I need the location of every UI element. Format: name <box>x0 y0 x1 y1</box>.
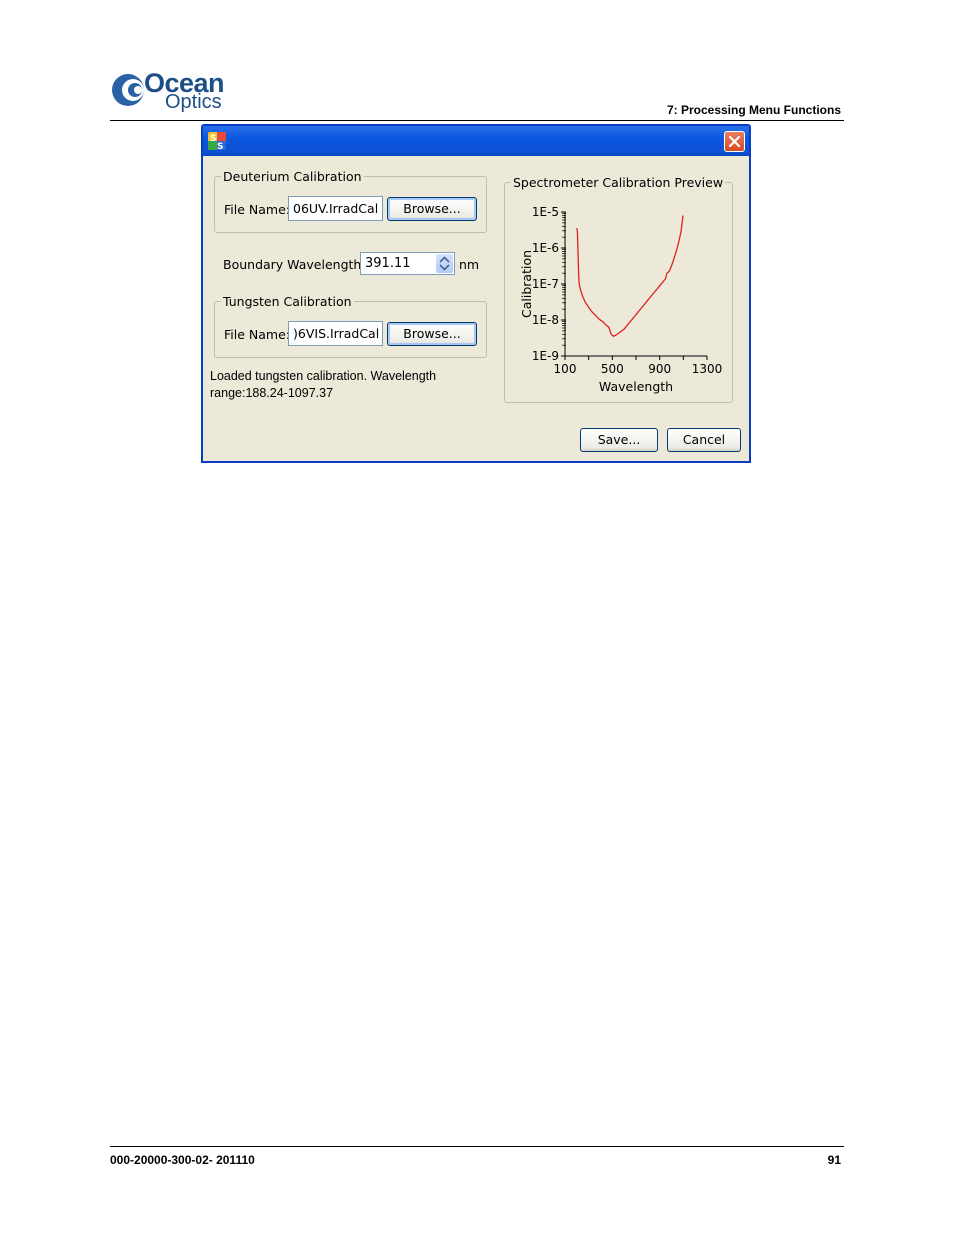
x-axis-label: Wavelength <box>599 379 673 394</box>
y-tick-label: 1E-7 <box>532 277 559 291</box>
boundary-wavelength-value: 391.11 <box>365 256 411 271</box>
x-tick-label: 100 <box>554 362 577 376</box>
page-header-title: 7: Processing Menu Functions <box>666 103 841 117</box>
spinner-controls[interactable] <box>436 254 453 273</box>
footer-document-number: 000-20000-300-02- 201110 <box>110 1153 255 1167</box>
deuterium-file-input[interactable]: 06UV.IrradCal <box>288 196 383 221</box>
close-icon <box>729 136 740 147</box>
ocean-optics-logo: Ocean Optics <box>110 68 240 116</box>
x-tick-label: 500 <box>601 362 624 376</box>
spin-up-icon[interactable] <box>439 256 450 263</box>
deuterium-calibration-group: Deuterium Calibration File Name: 06UV.Ir… <box>214 169 487 233</box>
y-axis-label: Calibration <box>519 250 534 318</box>
boundary-unit-label: nm <box>459 257 480 272</box>
y-tick-label: 1E-9 <box>532 349 559 363</box>
save-button[interactable]: Save... <box>580 428 658 452</box>
x-tick-label: 900 <box>648 362 671 376</box>
calibration-series-line <box>576 215 684 337</box>
footer-page-number: 91 <box>827 1153 841 1167</box>
boundary-wavelength-spinner[interactable]: 391.11 <box>360 252 455 275</box>
footer-divider <box>110 1146 844 1147</box>
y-tick-label: 1E-8 <box>532 313 559 327</box>
close-button[interactable] <box>724 131 745 152</box>
deuterium-legend: Deuterium Calibration <box>221 169 364 184</box>
tungsten-file-input[interactable]: )6VIS.IrradCal <box>288 321 383 346</box>
tungsten-file-label: File Name: <box>224 327 290 342</box>
tungsten-legend: Tungsten Calibration <box>221 294 354 309</box>
tungsten-calibration-group: Tungsten Calibration File Name: )6VIS.Ir… <box>214 294 487 358</box>
calibration-chart: 1E-5 1E-6 1E-7 1E-8 1E-9100 500 900 1300 Wavelen… <box>519 205 723 394</box>
svg-text:S: S <box>217 142 223 150</box>
x-tick-label: 1300 <box>692 362 723 376</box>
calibration-dialog: S S Deuterium Calibration File Name: 06U… <box>201 124 751 463</box>
svg-text:S: S <box>210 134 216 144</box>
brand-word-optics: Optics <box>165 91 222 113</box>
app-icon: S S <box>208 132 226 150</box>
boundary-wavelength-label: Boundary Wavelength: <box>223 257 366 272</box>
deuterium-file-label: File Name: <box>224 202 290 217</box>
deuterium-browse-button[interactable]: Browse... <box>387 197 477 221</box>
y-tick-label: 1E-6 <box>532 241 559 255</box>
tungsten-browse-button[interactable]: Browse... <box>387 322 477 346</box>
header-divider <box>110 120 844 121</box>
cancel-button[interactable]: Cancel <box>667 428 741 452</box>
status-message: Loaded tungsten calibration. Wavelength … <box>210 369 437 400</box>
dialog-titlebar[interactable]: S S <box>203 126 749 156</box>
spin-down-icon[interactable] <box>439 264 450 271</box>
y-tick-label: 1E-5 <box>532 205 559 219</box>
